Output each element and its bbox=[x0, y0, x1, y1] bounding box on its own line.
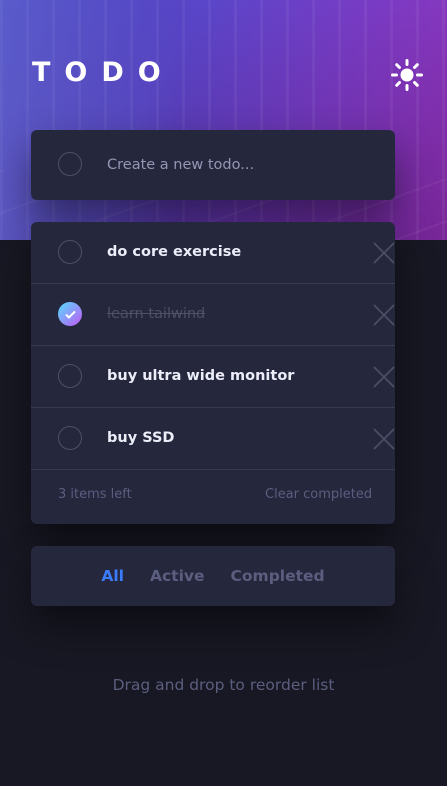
delete-button[interactable] bbox=[373, 366, 395, 388]
filter-completed[interactable]: Completed bbox=[231, 567, 325, 585]
new-todo-input[interactable] bbox=[107, 152, 367, 178]
close-icon bbox=[373, 304, 395, 326]
header-background bbox=[0, 0, 447, 240]
todo-text: buy SSD bbox=[107, 430, 175, 446]
todo-item[interactable]: buy SSD bbox=[31, 408, 395, 470]
check-icon bbox=[64, 310, 76, 319]
close-icon bbox=[373, 428, 395, 450]
todo-checkbox[interactable] bbox=[58, 364, 82, 388]
todo-item[interactable]: learn tailwind bbox=[31, 284, 395, 346]
delete-button[interactable] bbox=[373, 242, 395, 264]
todo-checkbox-checked[interactable] bbox=[58, 302, 82, 326]
filter-active[interactable]: Active bbox=[150, 567, 205, 585]
filter-all[interactable]: All bbox=[101, 567, 124, 585]
todo-item[interactable]: buy ultra wide monitor bbox=[31, 346, 395, 408]
new-todo-card bbox=[31, 130, 395, 200]
filter-bar: All Active Completed bbox=[31, 546, 395, 606]
close-icon bbox=[373, 366, 395, 388]
items-left-count: 3 items left bbox=[58, 487, 132, 502]
todo-checkbox[interactable] bbox=[58, 240, 82, 264]
todo-text: learn tailwind bbox=[107, 306, 206, 322]
todo-checkbox[interactable] bbox=[58, 426, 82, 450]
close-icon bbox=[373, 242, 395, 264]
clear-completed-button[interactable]: Clear completed bbox=[265, 486, 395, 504]
delete-button[interactable] bbox=[373, 428, 395, 450]
new-todo-checkbox[interactable] bbox=[58, 152, 82, 176]
delete-button[interactable] bbox=[373, 304, 395, 326]
todo-item[interactable]: do core exercise bbox=[31, 222, 395, 284]
theme-toggle-button[interactable] bbox=[390, 58, 424, 92]
reorder-hint: Drag and drop to reorder list bbox=[112, 676, 335, 694]
app-title: TODO bbox=[32, 57, 175, 88]
todo-text: do core exercise bbox=[107, 244, 242, 260]
todo-text: buy ultra wide monitor bbox=[107, 368, 295, 384]
sun-icon bbox=[391, 59, 423, 91]
todo-list: do core exercise learn tailwind buy ultr… bbox=[31, 222, 395, 524]
